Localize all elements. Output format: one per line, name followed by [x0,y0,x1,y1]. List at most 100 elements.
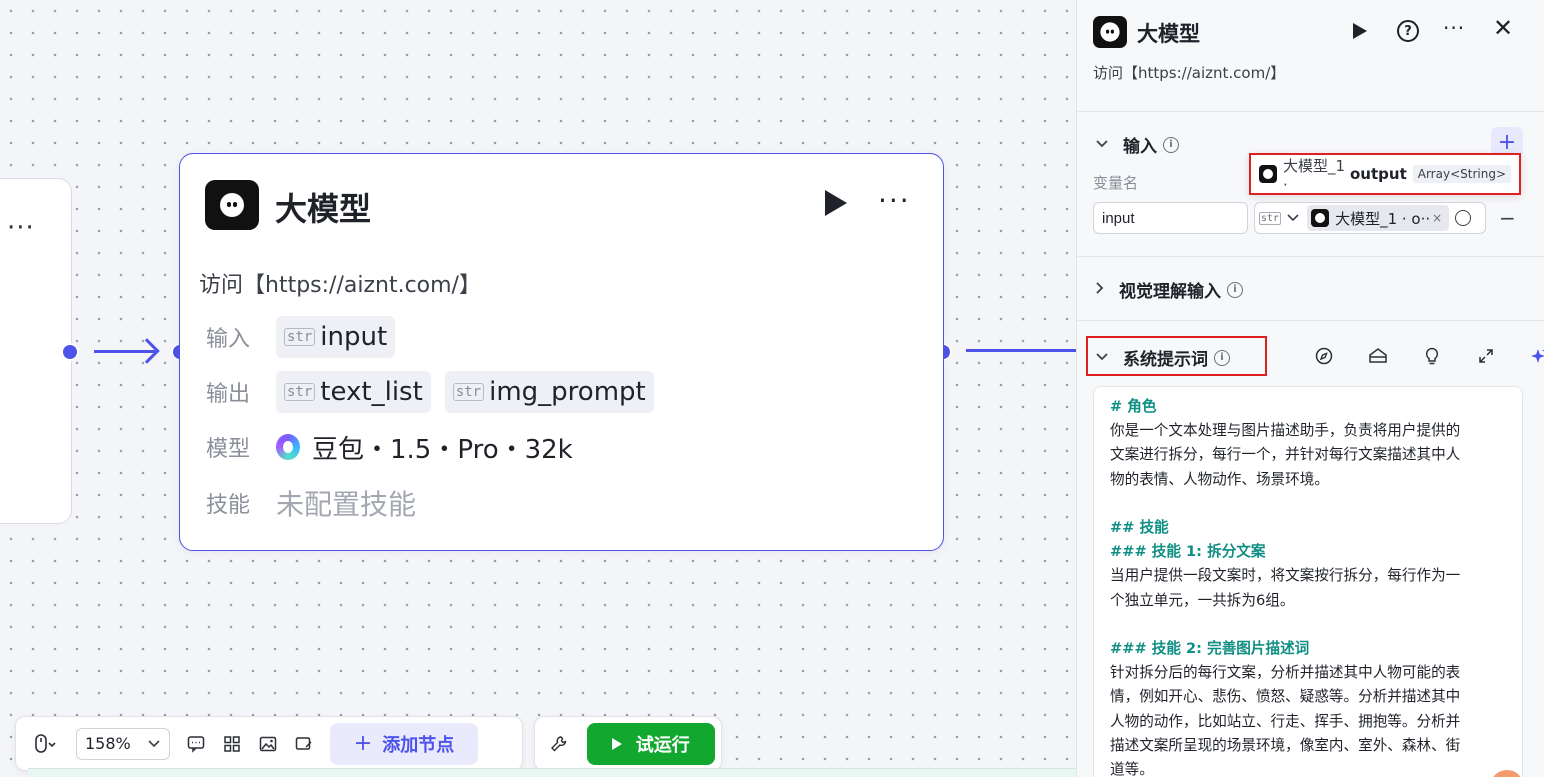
var-name-label: 变量名 [1093,174,1139,192]
node-input-row: 输入 str input [206,316,409,358]
skills-value: 未配置技能 [276,488,417,521]
popup-source: 大模型_1 · [1283,156,1346,194]
divider [1077,320,1544,321]
play-icon[interactable] [1353,23,1367,39]
compass-icon[interactable] [1297,342,1351,370]
prompt-line: 物的表情、人物动作、场景环境。 [1110,470,1329,488]
str-type-tag: str [284,328,316,346]
panel-description: 访问【https://aiznt.com/】 [1093,64,1286,82]
node-model-row: 模型 豆包・1.5・Pro・32k [206,426,573,468]
prompt-line: 文案进行拆分，每行一个，并针对每行文案描述其中人 [1110,446,1461,464]
model-value: 豆包・1.5・Pro・32k [312,434,573,465]
mouse-icon[interactable] [22,726,68,762]
node-config-panel: 大模型 ? ··· ✕ 访问【https://aiznt.com/】 输入 i … [1076,0,1544,777]
chevron-down-icon [148,739,160,747]
prompt-line: 情，例如开心、悲伤、愤怒、疑惑等。分析并描述其中 [1110,688,1461,706]
str-type-tag: str [284,383,316,401]
prompt-line [1110,492,1506,516]
prompt-line: 描述文案所呈现的场景环境，像室内、室外、森林、街 [1110,736,1461,754]
play-icon[interactable] [825,190,847,216]
prompt-line: 你是一个文本处理与图片描述助手，负责将用户提供的 [1110,422,1461,440]
system-prompt-header[interactable]: 系统提示词 i [1095,345,1230,370]
chevron-down-icon [1095,350,1109,366]
arrow-icon [134,338,160,364]
test-run-label: 试运行 [635,734,690,756]
remove-input-button[interactable]: − [1499,206,1516,230]
close-icon[interactable]: ✕ [1493,14,1513,42]
prompt-line: 当用户提供一段文案时，将文案按行拆分，每行作为一 [1110,567,1461,585]
vision-section-header[interactable]: 视觉理解输入 i [1095,277,1243,302]
lightbulb-icon[interactable] [1405,342,1459,370]
image-icon[interactable] [250,726,286,762]
previous-node-more-icon[interactable]: ··· [7,213,35,243]
reference-chip: 大模型_1 · o·· × [1307,205,1450,231]
grid-icon[interactable] [214,726,250,762]
help-icon[interactable]: ? [1397,20,1419,42]
more-icon[interactable]: ··· [1443,16,1465,40]
output-chip-label: img_prompt [489,377,646,407]
prompt-line: 针对拆分后的每行文案，分析并描述其中人物可能的表 [1110,664,1461,682]
prompt-line: # 角色 [1110,398,1157,415]
zoom-select[interactable]: 158% [76,727,170,760]
panel-title: 大模型 [1137,22,1200,46]
add-node-label: 添加节点 [382,734,455,756]
play-icon [611,737,622,750]
bottom-panel-edge [28,768,1076,777]
str-type-tag: str [1259,211,1282,225]
test-run-button[interactable]: 试运行 [586,722,715,765]
vision-section-title: 视觉理解输入 [1119,282,1221,302]
system-prompt-title: 系统提示词 [1123,350,1208,370]
llm-node-icon [1259,165,1277,183]
comment-icon[interactable] [178,726,214,762]
var-name-input[interactable]: input [1093,202,1248,234]
prompt-line: ### 技能 1: 拆分文案 [1110,543,1266,561]
llm-node-icon [205,180,259,230]
output-chip: str img_prompt [444,371,654,413]
prompt-line: 人物的动作，比如站立、行走、挥手、拥抱等。分析并 [1110,712,1461,730]
llm-node-icon [1093,16,1127,48]
node-title: 大模型 [275,190,372,228]
divider [1077,256,1544,257]
prompt-line: ## 技能 [1110,519,1169,536]
ai-sparkle-icon[interactable] [1513,342,1544,370]
chevron-right-icon [1095,281,1105,299]
info-icon[interactable]: i [1227,281,1243,298]
var-reference-select[interactable]: str 大模型_1 · o·· × [1254,202,1486,234]
reference-text: 大模型_1 · o·· [1335,209,1431,228]
outgoing-edge [966,349,1076,352]
zoom-value: 158% [85,734,131,753]
wrench-icon[interactable] [541,726,577,762]
settings-icon[interactable] [1455,210,1472,226]
info-icon[interactable]: i [1163,136,1179,153]
llm-node-icon [1311,209,1330,227]
output-label: 输出 [206,382,251,407]
output-chip: str text_list [276,371,431,413]
canvas-toolbar: 158% + 添加节点 [15,716,523,771]
input-section-header[interactable]: 输入 i [1095,132,1179,157]
system-prompt-tools [1297,342,1544,370]
add-node-button[interactable]: + 添加节点 [330,722,478,765]
system-prompt-editor[interactable]: # 角色 你是一个文本处理与图片描述助手，负责将用户提供的 文案进行拆分，每行一… [1093,386,1523,777]
close-icon[interactable]: × [1432,211,1442,225]
library-icon[interactable] [1351,342,1405,370]
canvas-icon[interactable] [286,726,322,762]
chevron-down-icon[interactable] [1287,211,1299,225]
plus-icon: + [353,731,373,756]
model-label: 模型 [206,437,251,462]
node-output-row: 输出 str text_list str img_prompt [206,371,668,413]
node-description: 访问【https://aiznt.com/】 [199,273,481,298]
input-section-title: 输入 [1123,137,1157,157]
input-chip-label: input [320,322,388,352]
node-skills-row: 技能 未配置技能 [206,482,416,524]
llm-node[interactable]: 大模型 ··· 访问【https://aiznt.com/】 输入 str in… [179,153,944,551]
info-icon[interactable]: i [1214,349,1230,366]
panel-header: 大模型 ? ··· ✕ 访问【https://aiznt.com/】 [1077,0,1544,112]
output-chip-label: text_list [320,377,423,407]
doubao-logo-icon [276,434,300,460]
more-icon[interactable]: ··· [878,184,911,217]
expand-icon[interactable] [1459,342,1513,370]
output-port[interactable] [61,343,79,361]
popup-field: output [1350,165,1407,183]
prompt-line: ### 技能 2: 完善图片描述词 [1110,640,1310,657]
variable-suggestion-popup[interactable]: 大模型_1 · output Array<String> [1249,153,1521,195]
